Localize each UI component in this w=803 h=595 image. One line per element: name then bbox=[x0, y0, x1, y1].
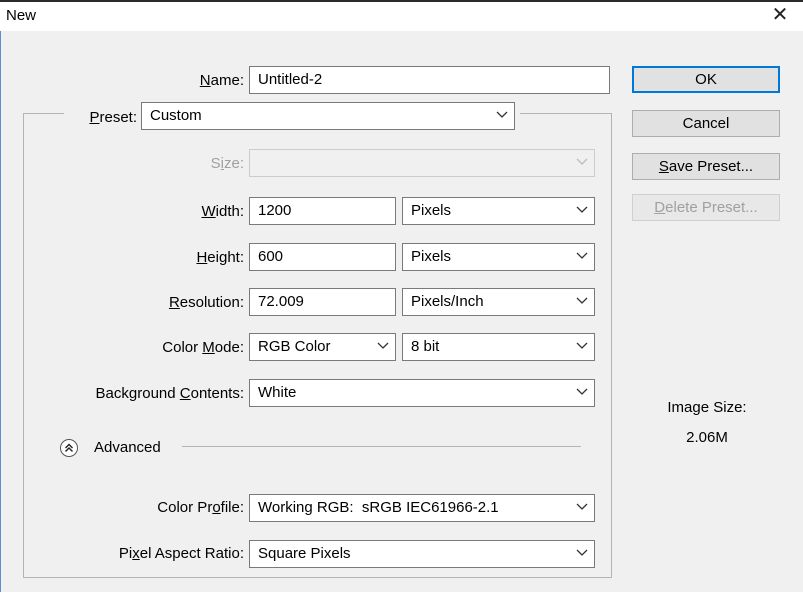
title-bar: New ✕ bbox=[0, 0, 803, 31]
window-border bbox=[0, 31, 1, 595]
resolution-unit-dropdown[interactable]: Pixels/Inch bbox=[402, 288, 595, 316]
pixel-aspect-ratio-dropdown[interactable]: Square Pixels bbox=[249, 540, 595, 568]
resolution-input[interactable]: 72.009 bbox=[249, 288, 396, 316]
size-dropdown bbox=[249, 149, 595, 177]
delete-preset-button: Delete Preset... bbox=[632, 194, 780, 221]
height-input[interactable]: 600 bbox=[249, 243, 396, 271]
height-unit-dropdown[interactable]: Pixels bbox=[402, 243, 595, 271]
width-input[interactable]: 1200 bbox=[249, 197, 396, 225]
chevron-down-icon bbox=[576, 388, 588, 396]
color-profile-dropdown[interactable]: Working RGB: sRGB IEC61966-2.1 bbox=[249, 494, 595, 522]
window-title: New bbox=[6, 7, 37, 24]
bit-depth-dropdown[interactable]: 8 bit bbox=[402, 333, 595, 361]
name-input[interactable]: Untitled-2 bbox=[249, 66, 610, 94]
close-icon[interactable]: ✕ bbox=[757, 2, 803, 31]
ok-button[interactable]: OK bbox=[632, 66, 780, 93]
background-contents-label: Background Contents: bbox=[95, 385, 244, 402]
preset-dropdown[interactable]: Custom bbox=[141, 102, 515, 130]
preset-label: Preset: bbox=[89, 109, 137, 126]
background-contents-dropdown[interactable]: White bbox=[249, 379, 595, 407]
advanced-separator bbox=[182, 446, 581, 447]
chevron-down-icon bbox=[377, 342, 389, 350]
chevron-down-icon bbox=[576, 503, 588, 511]
chevron-down-icon bbox=[496, 111, 508, 119]
chevron-down-icon bbox=[576, 342, 588, 350]
chevron-down-icon bbox=[576, 158, 588, 166]
name-label: Name: bbox=[199, 72, 244, 89]
size-label: Size: bbox=[210, 155, 244, 172]
chevron-down-icon bbox=[576, 297, 588, 305]
color-mode-dropdown[interactable]: RGB Color bbox=[249, 333, 396, 361]
chevron-double-up-icon[interactable] bbox=[60, 439, 78, 457]
image-size-value: 2.06M bbox=[686, 429, 728, 446]
width-unit-dropdown[interactable]: Pixels bbox=[402, 197, 595, 225]
resolution-label: Resolution: bbox=[168, 294, 244, 311]
chevron-down-icon bbox=[576, 252, 588, 260]
cancel-button[interactable]: Cancel bbox=[632, 110, 780, 137]
height-label: Height: bbox=[196, 249, 244, 266]
chevron-down-icon bbox=[576, 206, 588, 214]
color-mode-label: Color Mode: bbox=[162, 339, 244, 356]
color-profile-label: Color Profile: bbox=[157, 499, 244, 516]
chevron-down-icon bbox=[576, 549, 588, 557]
image-size-label: Image Size: bbox=[667, 399, 747, 416]
advanced-toggle-label[interactable]: Advanced bbox=[94, 439, 161, 456]
save-preset-button[interactable]: Save Preset... bbox=[632, 153, 780, 180]
width-label: Width: bbox=[201, 203, 244, 220]
pixel-aspect-ratio-label: Pixel Aspect Ratio: bbox=[118, 545, 244, 562]
